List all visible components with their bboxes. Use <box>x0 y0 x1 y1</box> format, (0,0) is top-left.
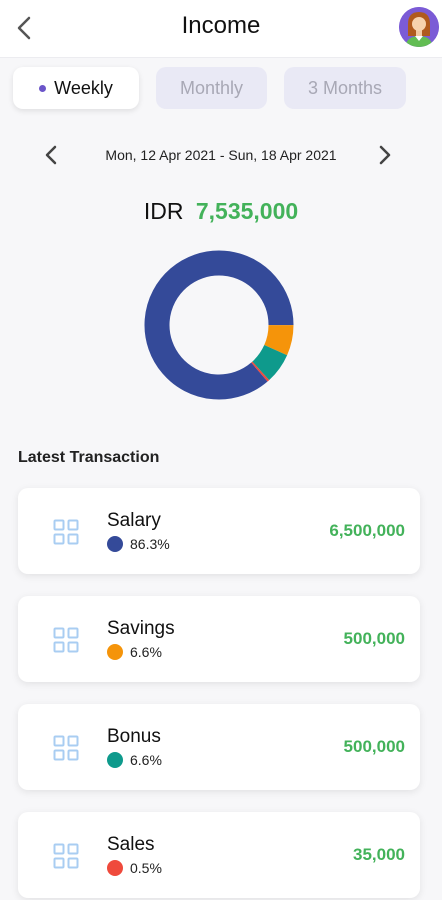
user-avatar-icon <box>399 7 439 47</box>
total-income: IDR 7,535,000 <box>0 198 442 225</box>
transaction-percent: 6.6% <box>130 644 162 660</box>
transaction-name: Sales <box>107 834 155 855</box>
category-grid-icon <box>53 627 79 653</box>
transaction-amount: 500,000 <box>343 737 405 756</box>
tab-3-months[interactable]: 3 Months <box>284 67 406 109</box>
transaction-card-sales[interactable]: Sales 0.5% 35,000 <box>18 812 420 898</box>
section-title: Latest Transaction <box>18 449 160 466</box>
category-color-dot <box>107 536 123 552</box>
transaction-name: Savings <box>107 618 175 639</box>
income-donut-chart <box>144 250 294 400</box>
tab-monthly-label: Monthly <box>179 77 244 98</box>
transaction-percent: 6.6% <box>130 752 162 768</box>
transaction-card-savings[interactable]: Savings 6.6% 500,000 <box>18 596 420 682</box>
transaction-amount: 35,000 <box>353 845 405 864</box>
transaction-amount: 6,500,000 <box>329 521 405 540</box>
transaction-card-salary[interactable]: Salary 86.3% 6,500,000 <box>18 488 420 574</box>
tab-3-months-label: 3 Months <box>307 77 383 98</box>
tab-weekly[interactable]: Weekly <box>13 67 139 109</box>
transaction-name: Bonus <box>107 726 161 747</box>
app-header: Income <box>0 0 442 58</box>
date-range-selector: Mon, 12 Apr 2021 - Sun, 18 Apr 2021 <box>0 140 442 170</box>
tab-monthly[interactable]: Monthly <box>156 67 267 109</box>
tab-weekly-label: Weekly <box>54 77 113 98</box>
active-tab-dot <box>39 84 47 92</box>
transaction-name: Salary <box>107 510 161 531</box>
category-grid-icon <box>53 735 79 761</box>
transaction-percent: 86.3% <box>130 536 170 552</box>
category-grid-icon <box>53 519 79 545</box>
transaction-percent: 0.5% <box>130 860 162 876</box>
chevron-right-icon <box>379 145 391 165</box>
category-color-dot <box>107 644 123 660</box>
category-color-dot <box>107 752 123 768</box>
transaction-amount: 500,000 <box>343 629 405 648</box>
user-avatar[interactable] <box>399 7 439 47</box>
date-range-label: Mon, 12 Apr 2021 - Sun, 18 Apr 2021 <box>105 147 337 163</box>
total-amount: 7,535,000 <box>195 198 299 224</box>
total-currency: IDR <box>143 198 184 224</box>
page-title: Income <box>181 12 261 39</box>
category-grid-icon <box>53 843 79 869</box>
category-color-dot <box>107 860 123 876</box>
next-period-button[interactable] <box>378 143 396 167</box>
transaction-card-bonus[interactable]: Bonus 6.6% 500,000 <box>18 704 420 790</box>
